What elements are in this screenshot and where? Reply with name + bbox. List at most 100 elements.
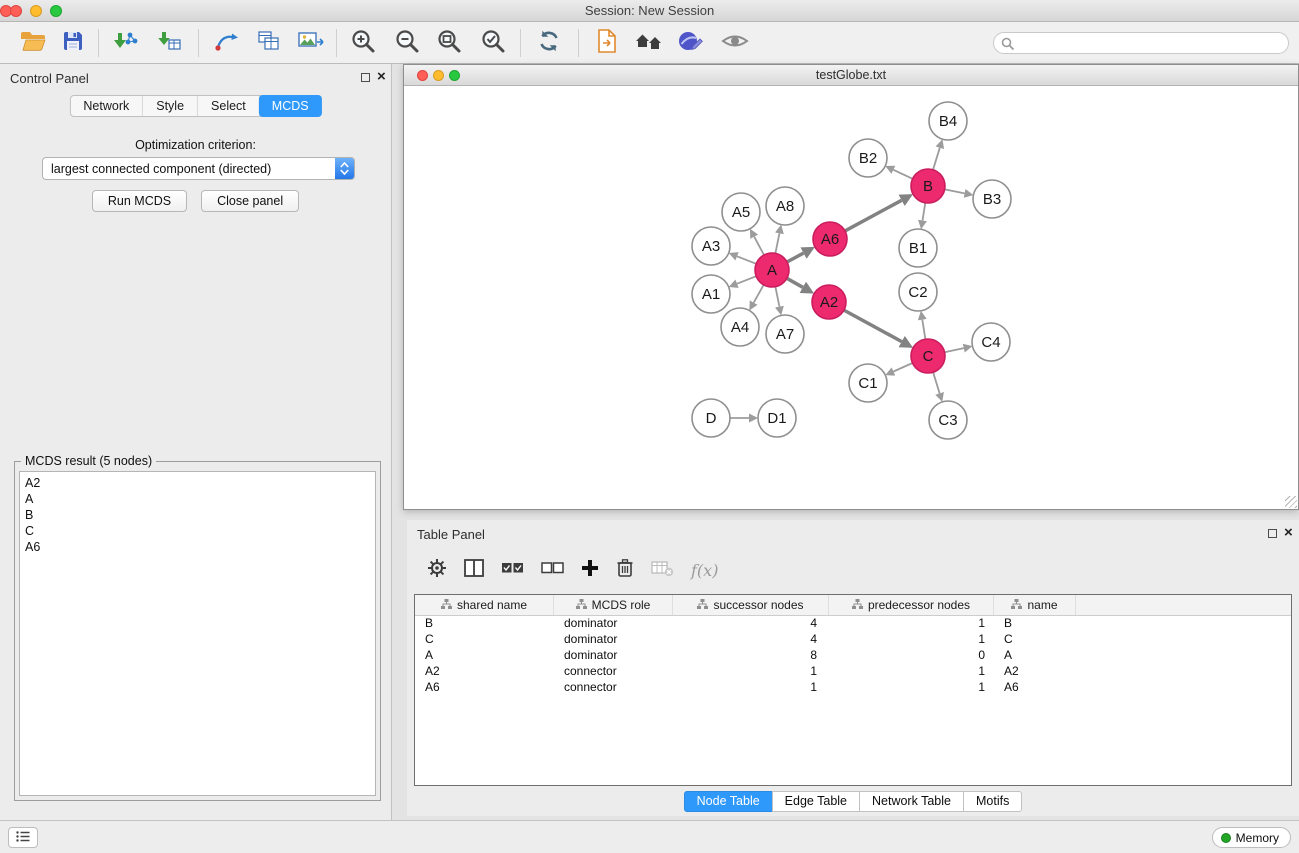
- column-header-MCDS-role[interactable]: MCDS role: [554, 595, 673, 615]
- table-row[interactable]: Cdominator41C: [415, 632, 1291, 648]
- memory-button[interactable]: Memory: [1212, 827, 1291, 848]
- graph-edge-A-A4[interactable]: [754, 285, 764, 303]
- graph-edge-A-A1[interactable]: [737, 276, 756, 284]
- tab-network-table[interactable]: Network Table: [859, 791, 964, 812]
- import-table-button[interactable]: [150, 28, 188, 58]
- graph-edge-B-B3[interactable]: [945, 189, 965, 193]
- graph-node-B2[interactable]: B2: [849, 139, 887, 177]
- close-panel-button[interactable]: Close panel: [201, 190, 299, 212]
- zoom-out-button[interactable]: [388, 28, 426, 58]
- table-row[interactable]: A2connector11A2: [415, 664, 1291, 680]
- zoom-network-window-button[interactable]: [449, 70, 460, 81]
- function-builder-button[interactable]: f(x): [691, 561, 718, 580]
- zoom-fit-button[interactable]: [430, 28, 468, 58]
- unselect-all-button[interactable]: [541, 561, 564, 580]
- import-network-button[interactable]: [106, 28, 144, 58]
- graph-node-A3[interactable]: A3: [692, 227, 730, 265]
- network-file-button[interactable]: [588, 28, 626, 58]
- graph-edge-B-B2[interactable]: [893, 170, 912, 179]
- task-history-button[interactable]: [8, 827, 38, 848]
- show-details-button[interactable]: [716, 28, 754, 58]
- graph-edge-A-A6[interactable]: [787, 253, 804, 262]
- graph-edge-A-A7[interactable]: [775, 287, 779, 307]
- tab-select[interactable]: Select: [198, 96, 260, 116]
- mcds-result-list[interactable]: A2ABCA6: [19, 471, 376, 796]
- graph-node-A7[interactable]: A7: [766, 315, 804, 353]
- tab-style[interactable]: Style: [143, 96, 198, 116]
- save-session-button[interactable]: [54, 28, 92, 58]
- graph-edge-B-B1[interactable]: [923, 203, 926, 221]
- graph-node-A6[interactable]: A6: [813, 222, 847, 256]
- layout-home-button[interactable]: [630, 28, 668, 58]
- graph-edge-A6-B[interactable]: [845, 200, 902, 231]
- graph-node-D1[interactable]: D1: [758, 399, 796, 437]
- show-columns-button[interactable]: [464, 559, 484, 582]
- select-all-button[interactable]: [501, 561, 524, 580]
- graph-edge-A-A2[interactable]: [787, 278, 803, 287]
- graph-node-A2[interactable]: A2: [812, 285, 846, 319]
- float-panel-icon[interactable]: [361, 73, 370, 82]
- tab-network[interactable]: Network: [70, 96, 143, 116]
- minimize-network-window-button[interactable]: [433, 70, 444, 81]
- graph-edge-A-A8[interactable]: [775, 233, 779, 253]
- table-row[interactable]: A6connector11A6: [415, 680, 1291, 696]
- graph-edge-C-C1[interactable]: [894, 363, 913, 372]
- close-panel-icon[interactable]: ×: [377, 68, 386, 86]
- graph-node-B1[interactable]: B1: [899, 229, 937, 267]
- clone-network-button[interactable]: [250, 28, 288, 58]
- graph-node-B4[interactable]: B4: [929, 102, 967, 140]
- result-item[interactable]: B: [25, 507, 370, 523]
- graph-node-A[interactable]: A: [755, 253, 789, 287]
- network-graph[interactable]: B4B2BB3A5A8A6B1A3AC2A1A2A4A7C4CC1C3DD1: [404, 86, 1298, 509]
- table-row[interactable]: Adominator80A: [415, 648, 1291, 664]
- graph-edge-B-B4[interactable]: [933, 148, 940, 170]
- zoom-window-button[interactable]: [50, 5, 62, 17]
- zoom-in-button[interactable]: [344, 28, 382, 58]
- graph-node-C3[interactable]: C3: [929, 401, 967, 439]
- zoom-selected-button[interactable]: [474, 28, 512, 58]
- minimize-window-button[interactable]: [30, 5, 42, 17]
- graph-edge-A2-C[interactable]: [844, 310, 902, 342]
- result-item[interactable]: A2: [25, 475, 370, 491]
- graph-node-B3[interactable]: B3: [973, 180, 1011, 218]
- graph-node-C[interactable]: C: [911, 339, 945, 373]
- graph-node-C4[interactable]: C4: [972, 323, 1010, 361]
- graph-node-A1[interactable]: A1: [692, 275, 730, 313]
- window-resize-grip[interactable]: [1285, 496, 1297, 508]
- tab-edge-table[interactable]: Edge Table: [772, 791, 860, 812]
- graph-node-C1[interactable]: C1: [849, 364, 887, 402]
- close-window-button[interactable]: [10, 5, 22, 17]
- export-image-button[interactable]: [292, 28, 330, 58]
- tab-node-table[interactable]: Node Table: [684, 791, 773, 812]
- graph-node-C2[interactable]: C2: [899, 273, 937, 311]
- column-header-predecessor-nodes[interactable]: predecessor nodes: [829, 595, 994, 615]
- network-canvas[interactable]: B4B2BB3A5A8A6B1A3AC2A1A2A4A7C4CC1C3DD1: [404, 86, 1298, 509]
- result-item[interactable]: C: [25, 523, 370, 539]
- graph-edge-C-C3[interactable]: [933, 372, 940, 393]
- close-panel-icon[interactable]: ×: [1284, 524, 1293, 542]
- search-box[interactable]: [993, 32, 1289, 54]
- result-item[interactable]: A6: [25, 539, 370, 555]
- graph-node-A4[interactable]: A4: [721, 308, 759, 346]
- graph-edge-A-A3[interactable]: [737, 256, 756, 264]
- criterion-dropdown[interactable]: largest connected component (directed): [42, 157, 355, 180]
- annotation-button[interactable]: [672, 28, 710, 58]
- delete-table-button[interactable]: [651, 559, 674, 582]
- tab-motifs[interactable]: Motifs: [963, 791, 1022, 812]
- float-panel-icon[interactable]: [1268, 529, 1277, 538]
- graph-node-A5[interactable]: A5: [722, 193, 760, 231]
- column-header-name[interactable]: name: [994, 595, 1076, 615]
- table-settings-button[interactable]: [427, 558, 447, 583]
- graph-node-D[interactable]: D: [692, 399, 730, 437]
- column-header-successor-nodes[interactable]: successor nodes: [673, 595, 829, 615]
- search-input[interactable]: [1020, 34, 1282, 52]
- graph-edge-C-C4[interactable]: [945, 348, 964, 352]
- tab-mcds[interactable]: MCDS: [259, 95, 322, 117]
- run-mcds-button[interactable]: Run MCDS: [92, 190, 187, 212]
- close-network-window-button[interactable]: [417, 70, 428, 81]
- refresh-layout-button[interactable]: [530, 28, 568, 58]
- delete-column-button[interactable]: [616, 558, 634, 583]
- add-column-button[interactable]: [581, 559, 599, 582]
- new-network-button[interactable]: [208, 28, 246, 58]
- graph-edge-C-C2[interactable]: [922, 320, 925, 340]
